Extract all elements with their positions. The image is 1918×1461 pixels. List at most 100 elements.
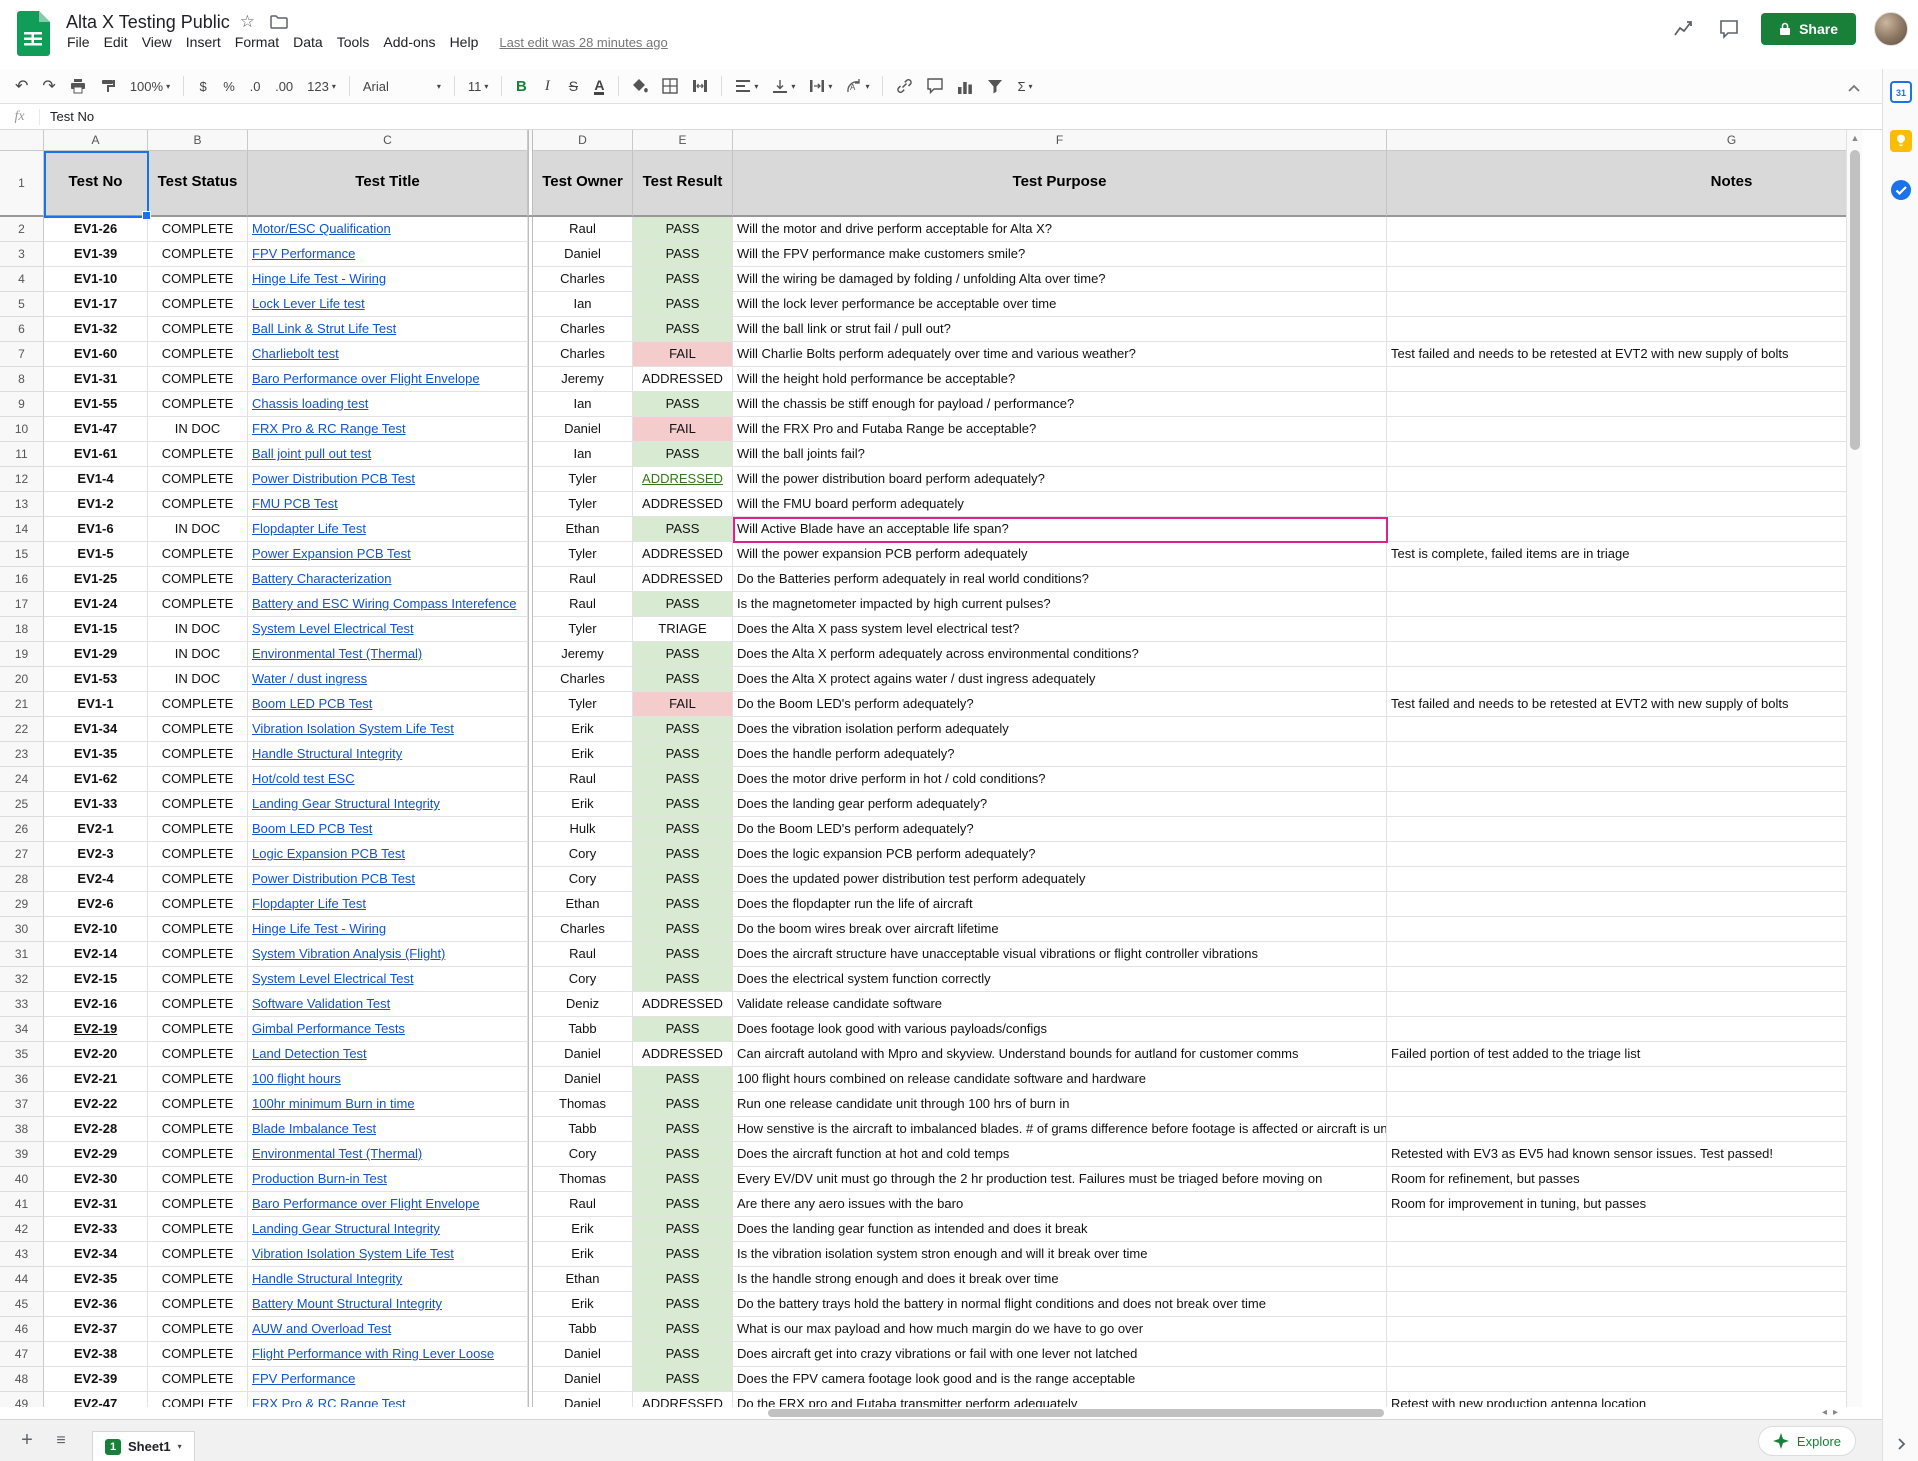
currency-format-button[interactable]: $ — [191, 73, 215, 99]
cell-D13[interactable]: Tyler — [533, 492, 633, 517]
cell-G15[interactable]: Test is complete, failed items are in tr… — [1387, 542, 1846, 567]
cell-C42[interactable]: Landing Gear Structural Integrity — [248, 1217, 528, 1242]
cell-G10[interactable] — [1387, 417, 1846, 442]
borders-button[interactable] — [656, 73, 684, 99]
cell-A39[interactable]: EV2-29 — [44, 1142, 148, 1167]
cell-B1[interactable]: Test Status — [148, 151, 248, 217]
cell-F3[interactable]: Will the FPV performance make customers … — [733, 242, 1387, 267]
cell-E31[interactable]: PASS — [633, 942, 733, 967]
cell-B13[interactable]: COMPLETE — [148, 492, 248, 517]
cell-D45[interactable]: Erik — [533, 1292, 633, 1317]
cell-B15[interactable]: COMPLETE — [148, 542, 248, 567]
row-header-23[interactable]: 23 — [0, 742, 44, 767]
cell-C49[interactable]: FRX Pro & RC Range Test — [248, 1392, 528, 1407]
cell-E21[interactable]: FAIL — [633, 692, 733, 717]
cell-F48[interactable]: Does the FPV camera footage look good an… — [733, 1367, 1387, 1392]
cell-E36[interactable]: PASS — [633, 1067, 733, 1092]
cell-C4[interactable]: Hinge Life Test - Wiring — [248, 267, 528, 292]
cell-C10[interactable]: FRX Pro & RC Range Test — [248, 417, 528, 442]
cell-D12[interactable]: Tyler — [533, 467, 633, 492]
cell-B6[interactable]: COMPLETE — [148, 317, 248, 342]
cell-G6[interactable] — [1387, 317, 1846, 342]
cell-C47[interactable]: Flight Performance with Ring Lever Loose — [248, 1342, 528, 1367]
cell-G40[interactable]: Room for refinement, but passes — [1387, 1167, 1846, 1192]
row-header-11[interactable]: 11 — [0, 442, 44, 467]
cell-G8[interactable] — [1387, 367, 1846, 392]
cell-C2[interactable]: Motor/ESC Qualification — [248, 217, 528, 242]
cell-C20[interactable]: Water / dust ingress — [248, 667, 528, 692]
cell-D39[interactable]: Cory — [533, 1142, 633, 1167]
cell-E28[interactable]: PASS — [633, 867, 733, 892]
row-header-46[interactable]: 46 — [0, 1317, 44, 1342]
row-header-10[interactable]: 10 — [0, 417, 44, 442]
row-header-36[interactable]: 36 — [0, 1067, 44, 1092]
cell-C18[interactable]: System Level Electrical Test — [248, 617, 528, 642]
sheet-tab-menu-icon[interactable]: ▾ — [178, 1442, 182, 1451]
cell-C40[interactable]: Production Burn-in Test — [248, 1167, 528, 1192]
cell-B41[interactable]: COMPLETE — [148, 1192, 248, 1217]
font-size-select[interactable]: 11▾ — [462, 73, 495, 99]
row-header-32[interactable]: 32 — [0, 967, 44, 992]
cell-E39[interactable]: PASS — [633, 1142, 733, 1167]
cell-F5[interactable]: Will the lock lever performance be accep… — [733, 292, 1387, 317]
hide-side-panel-button[interactable] — [1883, 1437, 1918, 1451]
cell-D48[interactable]: Daniel — [533, 1367, 633, 1392]
cell-F10[interactable]: Will the FRX Pro and Futaba Range be acc… — [733, 417, 1387, 442]
row-header-27[interactable]: 27 — [0, 842, 44, 867]
cell-G31[interactable] — [1387, 942, 1846, 967]
row-header-20[interactable]: 20 — [0, 667, 44, 692]
cell-A25[interactable]: EV1-33 — [44, 792, 148, 817]
cell-G34[interactable] — [1387, 1017, 1846, 1042]
cell-A17[interactable]: EV1-24 — [44, 592, 148, 617]
cell-D41[interactable]: Raul — [533, 1192, 633, 1217]
menu-format[interactable]: Format — [228, 31, 286, 53]
cell-E25[interactable]: PASS — [633, 792, 733, 817]
cell-E23[interactable]: PASS — [633, 742, 733, 767]
cell-C19[interactable]: Environmental Test (Thermal) — [248, 642, 528, 667]
cell-A30[interactable]: EV2-10 — [44, 917, 148, 942]
cell-F33[interactable]: Validate release candidate software — [733, 992, 1387, 1017]
cell-D36[interactable]: Daniel — [533, 1067, 633, 1092]
cell-A43[interactable]: EV2-34 — [44, 1242, 148, 1267]
cell-C48[interactable]: FPV Performance — [248, 1367, 528, 1392]
cell-G14[interactable] — [1387, 517, 1846, 542]
cell-E20[interactable]: PASS — [633, 667, 733, 692]
cell-D10[interactable]: Daniel — [533, 417, 633, 442]
cell-F43[interactable]: Is the vibration isolation system stron … — [733, 1242, 1387, 1267]
cell-C23[interactable]: Handle Structural Integrity — [248, 742, 528, 767]
cell-A31[interactable]: EV2-14 — [44, 942, 148, 967]
keep-icon[interactable] — [1890, 130, 1912, 157]
cell-D18[interactable]: Tyler — [533, 617, 633, 642]
cell-A28[interactable]: EV2-4 — [44, 867, 148, 892]
cell-C16[interactable]: Battery Characterization — [248, 567, 528, 592]
cell-B2[interactable]: COMPLETE — [148, 217, 248, 242]
cell-E24[interactable]: PASS — [633, 767, 733, 792]
cell-B46[interactable]: COMPLETE — [148, 1317, 248, 1342]
cell-G43[interactable] — [1387, 1242, 1846, 1267]
cell-A29[interactable]: EV2-6 — [44, 892, 148, 917]
cell-G21[interactable]: Test failed and needs to be retested at … — [1387, 692, 1846, 717]
cell-G28[interactable] — [1387, 867, 1846, 892]
cell-E9[interactable]: PASS — [633, 392, 733, 417]
cell-C5[interactable]: Lock Lever Life test — [248, 292, 528, 317]
cell-G7[interactable]: Test failed and needs to be retested at … — [1387, 342, 1846, 367]
cell-C33[interactable]: Software Validation Test — [248, 992, 528, 1017]
cell-E47[interactable]: PASS — [633, 1342, 733, 1367]
cell-B17[interactable]: COMPLETE — [148, 592, 248, 617]
formula-input[interactable]: Test No — [40, 109, 94, 124]
cell-F30[interactable]: Do the boom wires break over aircraft li… — [733, 917, 1387, 942]
row-header-33[interactable]: 33 — [0, 992, 44, 1017]
cell-B36[interactable]: COMPLETE — [148, 1067, 248, 1092]
cell-E35[interactable]: ADDRESSED — [633, 1042, 733, 1067]
cell-E17[interactable]: PASS — [633, 592, 733, 617]
cell-D6[interactable]: Charles — [533, 317, 633, 342]
cell-B7[interactable]: COMPLETE — [148, 342, 248, 367]
cell-A23[interactable]: EV1-35 — [44, 742, 148, 767]
text-rotation-button[interactable]: A▾ — [840, 73, 875, 99]
cell-E8[interactable]: ADDRESSED — [633, 367, 733, 392]
cell-D4[interactable]: Charles — [533, 267, 633, 292]
cell-A27[interactable]: EV2-3 — [44, 842, 148, 867]
cell-D26[interactable]: Hulk — [533, 817, 633, 842]
cell-F39[interactable]: Does the aircraft function at hot and co… — [733, 1142, 1387, 1167]
all-sheets-button[interactable]: ≡ — [44, 1424, 78, 1458]
